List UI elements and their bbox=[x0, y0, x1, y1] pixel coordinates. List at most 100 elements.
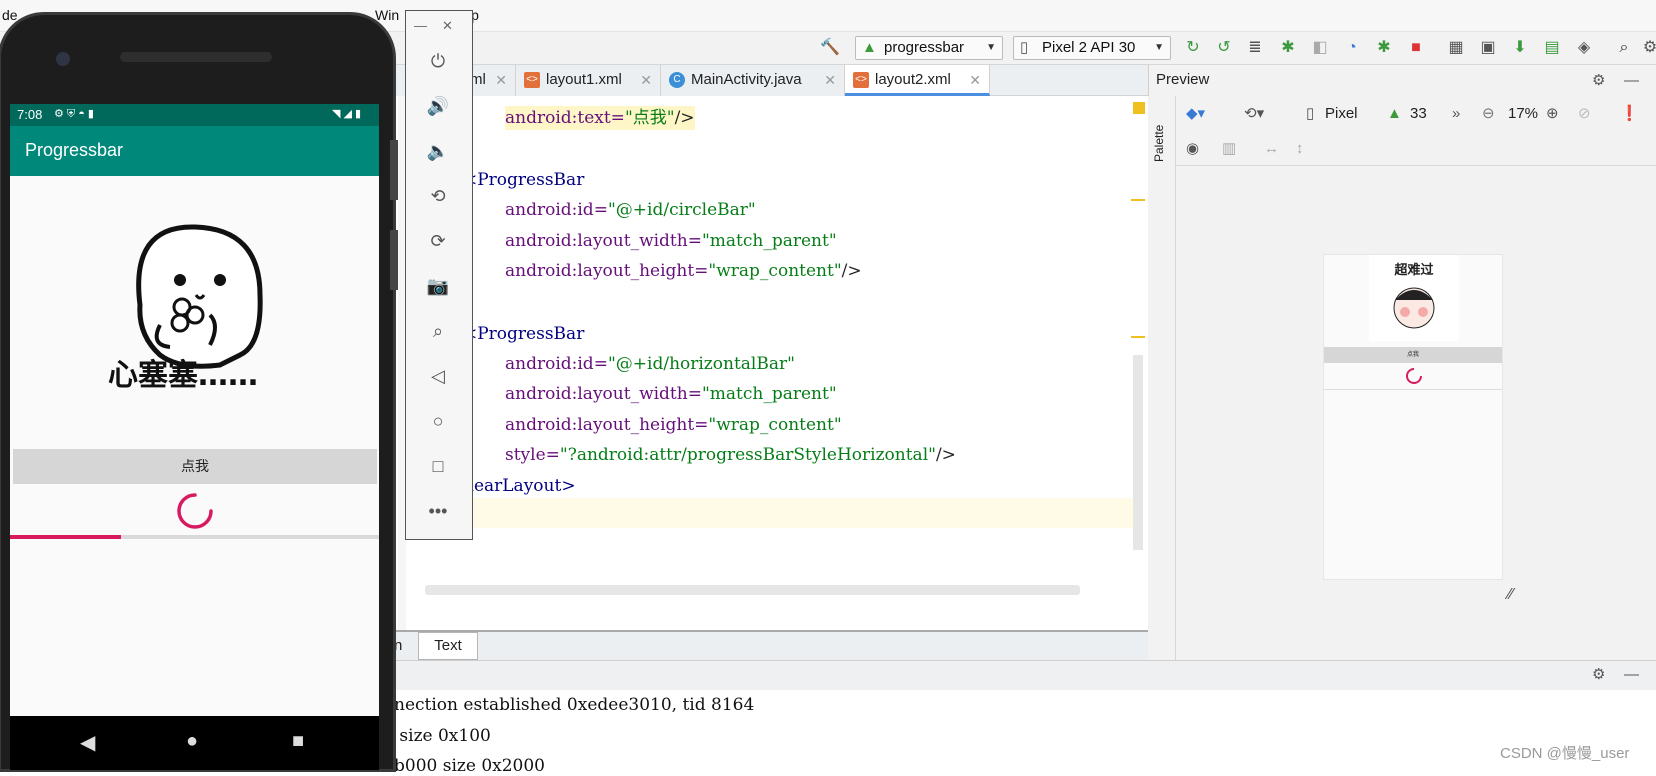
minimize-icon[interactable]: — bbox=[414, 16, 427, 36]
layout-inspector-icon[interactable]: ◈ bbox=[1574, 38, 1594, 58]
apply-changes-icon[interactable]: ↻ bbox=[1183, 38, 1203, 58]
nav-back-icon[interactable]: ◀ bbox=[80, 730, 95, 755]
mini-progress-track bbox=[1324, 389, 1502, 390]
code-value: "wrap_content" bbox=[708, 415, 842, 435]
resize-handle-icon[interactable]: ⁄⁄ bbox=[1508, 586, 1528, 606]
console-line: nection established 0xedee3010, tid 8164 bbox=[394, 695, 755, 715]
code-attr: style= bbox=[505, 445, 560, 465]
gear-icon[interactable]: ⚙ bbox=[1640, 38, 1656, 58]
status-time: 7:08 bbox=[17, 107, 43, 122]
tab-mainactivity[interactable]: C MainActivity.java ✕ bbox=[661, 65, 845, 96]
more-icon[interactable]: » bbox=[1452, 104, 1460, 124]
debug-icon[interactable]: ✱ bbox=[1278, 38, 1298, 58]
code-value: "?android:attr/progressBarStyleHorizonta… bbox=[559, 445, 936, 465]
code-line: android:id="@+id/horizontalBar" bbox=[505, 354, 795, 374]
click-me-button[interactable]: 点我 bbox=[13, 449, 377, 484]
code-line: style="?android:attr/progressBarStyleHor… bbox=[505, 445, 956, 465]
code-value: "@+id/circleBar" bbox=[607, 200, 756, 220]
sticker-image: 心塞塞…… bbox=[108, 224, 263, 393]
tab-layout2[interactable]: <> layout2.xml ✕ bbox=[845, 65, 990, 96]
zoom-in-icon[interactable]: ⊕ bbox=[1546, 104, 1559, 124]
palette-tab[interactable]: Palette bbox=[1152, 125, 1166, 162]
stop-icon[interactable]: ■ bbox=[1406, 38, 1426, 58]
tab-text[interactable]: Text bbox=[418, 632, 478, 660]
mini-image-drawing bbox=[1393, 287, 1435, 329]
horizontal-resize-icon[interactable]: ↔ bbox=[1264, 139, 1279, 159]
apply-code-changes-icon[interactable]: ↺ bbox=[1214, 38, 1234, 58]
orientation-icon[interactable]: ⟲▾ bbox=[1244, 104, 1264, 124]
tab-layout1[interactable]: <> layout1.xml ✕ bbox=[516, 65, 661, 96]
close-icon[interactable]: ✕ bbox=[442, 16, 453, 36]
close-icon[interactable]: ✕ bbox=[495, 65, 507, 95]
minimize-icon[interactable]: — bbox=[1624, 665, 1639, 685]
code-attr: android:layout_height= bbox=[505, 415, 709, 435]
nav-recents-icon[interactable]: ■ bbox=[292, 730, 304, 753]
columns-icon[interactable]: ▥ bbox=[1222, 139, 1236, 159]
volume-down-icon[interactable]: 🔈 bbox=[423, 136, 453, 166]
power-icon[interactable]: ⏻ bbox=[423, 46, 453, 76]
project-structure-icon[interactable]: ▦ bbox=[1446, 38, 1466, 58]
console-line: size 0x100 bbox=[394, 726, 491, 746]
build-hammer-icon[interactable]: 🔨 bbox=[820, 38, 840, 58]
close-icon[interactable]: ✕ bbox=[640, 65, 652, 95]
device-select[interactable]: ▯ Pixel 2 API 30 ▼ bbox=[1013, 36, 1171, 60]
code-attr: android:id= bbox=[505, 200, 608, 220]
device-manager-icon[interactable]: ▤ bbox=[1542, 38, 1562, 58]
attach-debugger-icon[interactable]: ◧ bbox=[1310, 38, 1330, 58]
app-bar: Progressbar bbox=[10, 126, 379, 176]
eye-icon[interactable]: ◉ bbox=[1186, 139, 1199, 159]
avd-manager-icon[interactable]: ▣ bbox=[1478, 38, 1498, 58]
code-token: /> bbox=[674, 108, 695, 128]
phone-side-button[interactable] bbox=[390, 140, 398, 200]
phone-screen bbox=[10, 104, 379, 716]
search-icon[interactable]: ⌕ bbox=[1614, 38, 1634, 58]
zoom-icon[interactable]: ⌕ bbox=[423, 316, 453, 346]
list-icon[interactable]: ≣ bbox=[1245, 38, 1265, 58]
chevron-down-icon: ▼ bbox=[1154, 42, 1164, 53]
sync-icon[interactable]: ✱ bbox=[1374, 38, 1394, 58]
nav-home-icon[interactable]: ● bbox=[186, 730, 198, 753]
zoom-level: 17% bbox=[1508, 105, 1539, 122]
warning-icon[interactable]: ❗ bbox=[1620, 104, 1639, 124]
code-token: /> bbox=[935, 445, 956, 465]
mini-image: 超难过 bbox=[1369, 255, 1459, 341]
zoom-out-icon[interactable]: ⊖ bbox=[1482, 104, 1495, 124]
scroll-marker bbox=[1131, 199, 1145, 201]
gear-icon[interactable]: ⚙ bbox=[1592, 71, 1605, 91]
rotate-left-icon[interactable]: ⟲ bbox=[423, 181, 453, 211]
menu-item-window[interactable]: Win bbox=[375, 7, 399, 23]
xml-file-icon: <> bbox=[524, 72, 540, 88]
preview-device-label[interactable]: Pixel bbox=[1325, 105, 1358, 122]
volume-up-icon[interactable]: 🔊 bbox=[423, 91, 453, 121]
run-config-label: progressbar bbox=[884, 39, 965, 56]
mini-spinner bbox=[1406, 368, 1422, 384]
editor-horizontal-scrollbar[interactable] bbox=[425, 585, 1080, 595]
inspection-warning-icon[interactable] bbox=[1133, 102, 1145, 114]
run-config-select[interactable]: ▲ progressbar ▼ bbox=[855, 36, 1003, 60]
sdk-manager-icon[interactable]: ⬇ bbox=[1510, 38, 1530, 58]
overview-icon[interactable]: □ bbox=[423, 451, 453, 481]
profile-icon[interactable]: ◔ bbox=[1342, 38, 1362, 58]
code-line: <ProgressBar bbox=[463, 170, 585, 190]
watermark: CSDN @慢慢_user bbox=[1500, 745, 1630, 762]
scroll-marker bbox=[1131, 336, 1145, 338]
close-icon[interactable]: ✕ bbox=[824, 65, 836, 95]
minimize-icon[interactable]: — bbox=[1624, 71, 1639, 91]
editor-vertical-scrollbar[interactable] bbox=[1133, 355, 1143, 550]
preview-api-label[interactable]: 33 bbox=[1410, 105, 1427, 122]
layers-icon[interactable]: ◆▾ bbox=[1186, 104, 1205, 124]
gear-icon[interactable]: ⚙ bbox=[1592, 665, 1605, 685]
status-icons-right: ◥ ◢ ▮ bbox=[332, 108, 362, 120]
rotate-right-icon[interactable]: ⟳ bbox=[423, 226, 453, 256]
zoom-fit-icon[interactable]: ⊘ bbox=[1578, 104, 1591, 124]
home-icon[interactable]: ○ bbox=[423, 406, 453, 436]
console-header bbox=[388, 660, 1656, 690]
code-value: "@+id/horizontalBar" bbox=[607, 354, 795, 374]
phone-side-button[interactable] bbox=[390, 230, 398, 290]
close-icon[interactable]: ✕ bbox=[969, 65, 981, 95]
vertical-resize-icon[interactable]: ↕ bbox=[1296, 139, 1304, 159]
more-icon[interactable]: ••• bbox=[423, 496, 453, 526]
camera-icon[interactable]: 📷 bbox=[423, 271, 453, 301]
back-icon[interactable]: ◁ bbox=[423, 361, 453, 391]
chevron-down-icon: ▼ bbox=[986, 42, 996, 53]
